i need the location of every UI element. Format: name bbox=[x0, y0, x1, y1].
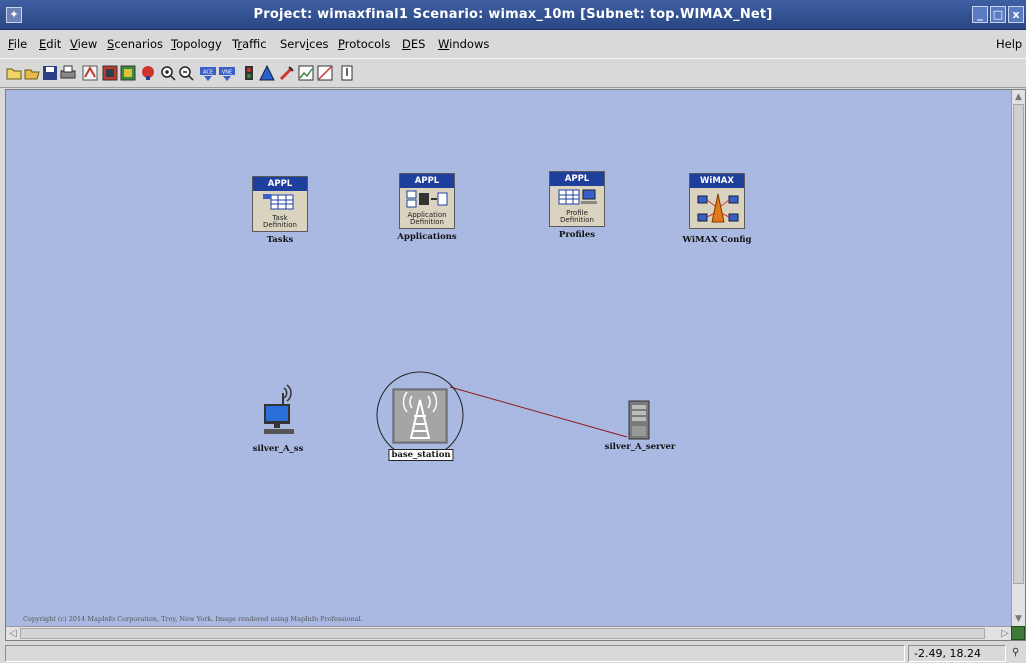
map-copyright-text: Copyright (c) 2014 MapInfo Corporation, … bbox=[23, 615, 363, 623]
title-bar: ✦ Project: wimaxfinal1 Scenario: wimax_1… bbox=[0, 0, 1026, 30]
wireless-link[interactable] bbox=[449, 386, 628, 438]
scroll-left-icon[interactable]: ◁ bbox=[6, 627, 20, 640]
menu-services[interactable]: Services bbox=[280, 37, 329, 51]
navigator-corner-icon[interactable] bbox=[1011, 626, 1025, 640]
maximize-icon[interactable]: □ bbox=[990, 6, 1006, 23]
traffic-icon[interactable] bbox=[240, 64, 258, 82]
svg-text:VNE: VNE bbox=[222, 70, 232, 76]
task-grid-icon bbox=[263, 194, 294, 210]
wimax-config-icon: WiMAX bbox=[689, 173, 745, 229]
wimax-tower-icon bbox=[697, 193, 739, 223]
network-canvas-frame: APPL Task Definition Tasks APPL Applicat… bbox=[5, 89, 1026, 641]
ace-icon[interactable]: ACE bbox=[199, 64, 217, 82]
fail-node-icon[interactable] bbox=[139, 64, 157, 82]
menu-topology[interactable]: Topology bbox=[171, 37, 222, 51]
menu-windows[interactable]: Windows bbox=[438, 37, 489, 51]
server-icon bbox=[628, 400, 650, 440]
menu-bar: File Edit View Scenarios Topology Traffi… bbox=[0, 33, 1026, 55]
wimax-config-node[interactable]: WiMAX WiMAX Config bbox=[683, 173, 751, 245]
node-label: silver_A_ss bbox=[252, 444, 304, 454]
hide-graphs-icon[interactable] bbox=[338, 64, 356, 82]
menu-des[interactable]: DES bbox=[402, 37, 425, 51]
node-label: silver_A_server bbox=[604, 442, 676, 452]
applications-node[interactable]: APPL Application Definition Applications bbox=[397, 173, 457, 243]
print-icon[interactable] bbox=[59, 64, 77, 82]
node-label: Applications bbox=[397, 232, 457, 242]
vne-icon[interactable]: VNE bbox=[218, 64, 236, 82]
coordinates-readout: -2.49, 18.24 bbox=[914, 647, 981, 660]
menu-traffic[interactable]: Traffic bbox=[232, 37, 267, 51]
profile-grid-icon bbox=[558, 189, 597, 205]
menu-view[interactable]: View bbox=[70, 37, 97, 51]
computer-wireless-icon bbox=[264, 384, 294, 434]
application-definition-icon: APPL Application Definition bbox=[399, 173, 455, 229]
topology-icon[interactable] bbox=[258, 64, 276, 82]
scroll-up-icon[interactable]: ▲ bbox=[1013, 91, 1024, 103]
svg-text:ACE: ACE bbox=[203, 70, 213, 76]
node-label: Tasks bbox=[266, 235, 294, 245]
profile-definition-icon: APPL Profile Definition bbox=[549, 171, 605, 227]
open-file-icon[interactable] bbox=[23, 64, 41, 82]
save-icon[interactable] bbox=[41, 64, 59, 82]
menu-protocols[interactable]: Protocols bbox=[338, 37, 390, 51]
node-label: WiMAX Config bbox=[682, 235, 752, 245]
network-canvas[interactable]: APPL Task Definition Tasks APPL Applicat… bbox=[6, 90, 1012, 626]
configure-run-icon[interactable] bbox=[278, 64, 296, 82]
task-definition-icon: APPL Task Definition bbox=[252, 176, 308, 232]
close-icon[interactable]: x bbox=[1008, 6, 1024, 23]
tasks-node[interactable]: APPL Task Definition Tasks bbox=[252, 176, 308, 246]
menu-file[interactable]: File bbox=[8, 37, 27, 51]
node-label: Profiles bbox=[558, 230, 596, 240]
network-link-layer bbox=[449, 386, 628, 438]
node-label: base_station bbox=[388, 449, 454, 461]
rapid-config-icon[interactable] bbox=[119, 64, 137, 82]
status-message-field bbox=[5, 645, 905, 662]
menu-help[interactable]: Help bbox=[996, 37, 1022, 51]
zoom-in-icon[interactable] bbox=[159, 64, 177, 82]
object-palette-icon[interactable] bbox=[101, 64, 119, 82]
horizontal-scrollbar[interactable]: ◁ ▷ bbox=[6, 626, 1012, 640]
menu-edit[interactable]: Edit bbox=[39, 37, 61, 51]
web-report-icon[interactable] bbox=[316, 64, 334, 82]
status-indicator-icon: ⚲ bbox=[1012, 647, 1020, 658]
menu-scenarios[interactable]: Scenarios bbox=[107, 37, 163, 51]
config-node-icon[interactable] bbox=[81, 64, 99, 82]
view-results-icon[interactable] bbox=[297, 64, 315, 82]
toolbar: ACE VNE bbox=[0, 58, 1026, 88]
server-node[interactable]: silver_A_server bbox=[605, 400, 675, 460]
scroll-right-icon[interactable]: ▷ bbox=[998, 627, 1012, 640]
profiles-node[interactable]: APPL Profile Definition Profiles bbox=[549, 171, 605, 241]
vertical-scroll-thumb[interactable] bbox=[1013, 104, 1024, 584]
status-bar: -2.49, 18.24 ⚲ bbox=[0, 643, 1026, 663]
open-folder-icon[interactable] bbox=[5, 64, 23, 82]
application-mail-icon bbox=[406, 190, 448, 208]
base-station-icon bbox=[376, 371, 464, 458]
horizontal-scroll-thumb[interactable] bbox=[20, 628, 985, 639]
minimize-icon[interactable]: _ bbox=[972, 6, 988, 23]
vertical-scrollbar[interactable]: ▲ ▼ bbox=[1011, 90, 1025, 626]
window-title: Project: wimaxfinal1 Scenario: wimax_10m… bbox=[253, 7, 773, 22]
subscriber-station-node[interactable]: silver_A_ss bbox=[253, 380, 303, 455]
scroll-down-icon[interactable]: ▼ bbox=[1013, 613, 1024, 625]
base-station-node[interactable]: base_station bbox=[376, 368, 466, 462]
zoom-out-icon[interactable] bbox=[177, 64, 195, 82]
